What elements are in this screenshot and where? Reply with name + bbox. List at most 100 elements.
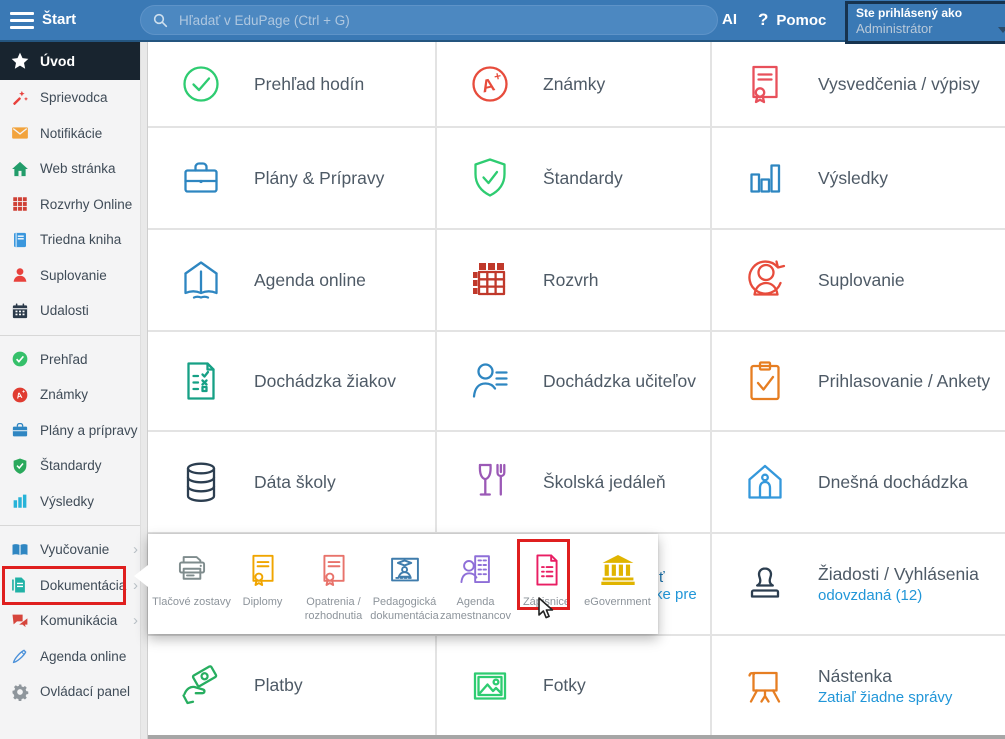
sidebar-item-label: Prehľad [40,352,87,367]
badge-check-icon [174,60,228,108]
tile-status-text[interactable]: odovzdaná (12) [818,587,979,604]
popup-item-opatrenia-rozhodnutia[interactable]: Opatrenia / rozhodnutia [298,534,369,634]
tile-platby[interactable]: Platby [148,636,435,735]
popup-item-tlacove-zostavy[interactable]: Tlačové zostavy [156,534,227,634]
sidebar-item-vyucovanie[interactable]: Vyučovanie› [0,532,147,568]
hamburger-menu-button[interactable] [10,12,34,29]
sidebar-item-dokumentacia[interactable]: Dokumentácia› [0,568,147,604]
sidebar-item-label: Plány a prípravy [40,423,138,438]
magic-wand-icon [10,88,30,108]
tile-nastenka[interactable]: NástenkaZatiaľ žiadne správy [712,636,1005,735]
sidebar-items: Úvod Sprievodca Notifikácie Web stránka Rozv… [0,42,147,710]
sidebar-item-suplovanie[interactable]: Suplovanie [0,258,147,294]
sidebar-item-uvod[interactable]: Úvod [0,42,147,80]
sidebar-item-rozvrhy-online[interactable]: Rozvrhy Online [0,187,147,223]
bar-chart-icon [10,491,30,511]
sidebar-item-komunikacia[interactable]: Komunikácia› [0,603,147,639]
tile-agenda-online[interactable]: Agenda online [148,230,435,330]
documentation-popup: Tlačové zostavyDiplomyOpatrenia / rozhod… [148,534,658,634]
popup-item-label: Zápisnice [506,595,588,609]
chevron-down-icon [998,27,1005,33]
sidebar-divider [0,335,147,336]
tile-vysvedcenia-vypisy[interactable]: Vysvedčenia / výpisy [712,42,1005,126]
tile-label: Prihlasovanie / Ankety [818,371,990,392]
popup-item-label: Diplomy [222,595,304,609]
sidebar-scrollbar[interactable] [140,42,147,739]
tile-label: Prehľad hodín [254,74,364,95]
sidebar-item-label: Známky [40,387,88,402]
briefcase-icon [174,154,228,202]
help-button[interactable]: ? Pomoc [758,10,826,30]
sidebar-item-label: Notifikácie [40,126,102,141]
popup-item-label: Tlačové zostavy [151,595,233,609]
tile-text: Žiadosti / Vyhlásenia odovzdaná (12) [818,564,979,604]
tile-data-skoly[interactable]: Dáta školy [148,432,435,532]
tile-label: Výsledky [818,168,888,189]
sidebar-item-label: Triedna kniha [40,232,121,247]
sidebar-item-vysledky[interactable]: Výsledky [0,484,147,520]
tile-dochadzka-ziakov[interactable]: Dochádzka žiakov [148,332,435,430]
sidebar-item-label: Rozvrhy Online [40,197,132,212]
sidebar-item-znamky[interactable]: A+Známky [0,377,147,413]
tile-text: Plány & Prípravy [254,168,384,189]
popup-item-diplomy[interactable]: Diplomy [227,534,298,634]
tile-plany-pripravy[interactable]: Plány & Prípravy [148,128,435,228]
tile-dochadzka-ucitelov[interactable]: Dochádzka učiteľov [437,332,710,430]
tile-status-text[interactable]: Zatiaľ žiadne správy [818,689,952,706]
tile-text: Známky [543,74,605,95]
tile-prehlad-hodin[interactable]: Prehľad hodín [148,42,435,126]
sidebar-item-label: Web stránka [40,161,116,176]
sidebar-item-ovladaci-panel[interactable]: Ovládací panel [0,674,147,710]
sidebar-item-udalosti[interactable]: Udalosti [0,293,147,329]
tile-label: Platby [254,675,303,696]
person-icon [10,265,30,285]
tile-label: Žiadosti / Vyhlásenia [818,564,979,585]
popup-item-agenda-zamestnancov[interactable]: Agenda zamestnancov [440,534,511,634]
tile-rozvrh[interactable]: Rozvrh [437,230,710,330]
tile-znamky[interactable]: A+Známky [437,42,710,126]
tile-vysledky[interactable]: Výsledky [712,128,1005,228]
tile-text: NástenkaZatiaľ žiadne správy [818,666,952,706]
tile-label: Štandardy [543,168,623,189]
sidebar-divider [0,525,147,526]
tile-dnesna-dochadzka[interactable]: Dnešná dochádzka [712,432,1005,532]
sidebar-item-standardy[interactable]: Štandardy [0,448,147,484]
tile-suplovanie[interactable]: Suplovanie [712,230,1005,330]
open-book-icon [10,540,30,560]
sidebar-item-label: Sprievodca [40,90,108,105]
person-refresh-icon [738,256,792,304]
sidebar-item-prehlad[interactable]: Prehľad [0,342,147,378]
sidebar-item-sprievodca[interactable]: Sprievodca [0,80,147,116]
sidebar-item-notifikacie[interactable]: Notifikácie [0,116,147,152]
account-menu[interactable]: Ste prihlásený ako Administrátor [845,1,1005,44]
tile-text: Prihlasovanie / Ankety [818,371,990,392]
tile-ziadosti-vyhlasenia[interactable]: Žiadosti / Vyhlásenia odovzdaná (12) [712,534,1005,634]
certificate-icon [738,60,792,108]
tile-fotky[interactable]: Fotky [437,636,710,735]
sidebar-item-plany-a-pripravy[interactable]: Plány a prípravy [0,413,147,449]
calendar-icon [10,301,30,321]
sidebar-item-triedna-kniha[interactable]: Triedna kniha [0,222,147,258]
tile-label: Rozvrh [543,270,598,291]
account-caption: Ste prihlásený ako [856,6,1005,21]
database-icon [174,458,228,506]
popup-item-egovernment[interactable]: eGovernment [582,534,653,634]
tile-standardy[interactable]: Štandardy [437,128,710,228]
popup-item-zapisnice[interactable]: Zápisnice [511,534,582,634]
photo-icon [463,662,517,710]
stamp-icon [738,560,792,608]
tile-skolska-jedalen[interactable]: Školská jedáleň [437,432,710,532]
sidebar-item-web-stranka[interactable]: Web stránka [0,151,147,187]
tile-prihlasovanie-ankety[interactable]: Prihlasovanie / Ankety [712,332,1005,430]
horizontal-scrollbar[interactable] [148,735,1005,739]
certificate-icon [243,549,283,591]
tile-label: Plány & Prípravy [254,168,384,189]
tile-label: Suplovanie [818,270,905,291]
glass-fork-icon [463,458,517,506]
popup-item-pedagogicka-dokumentacia[interactable]: Pedagogická dokumentácia [369,534,440,634]
sidebar-item-agenda-online[interactable]: Agenda online [0,639,147,675]
search-input[interactable] [177,12,706,29]
ai-button[interactable]: AI [722,11,737,28]
search-box[interactable] [140,5,718,35]
doc-list-icon [527,549,567,591]
